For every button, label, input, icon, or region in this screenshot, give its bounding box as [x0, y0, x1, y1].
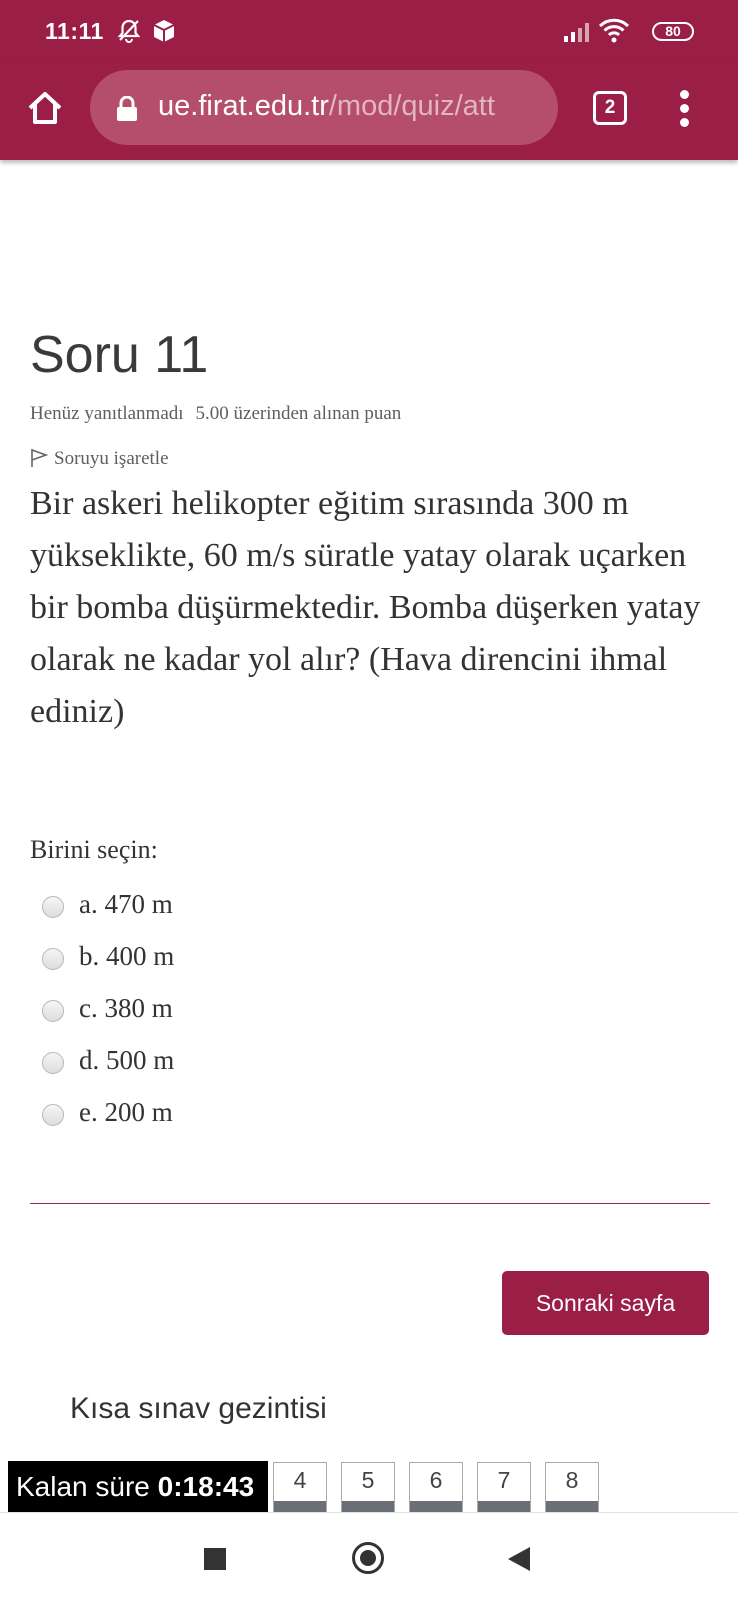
quiz-nav-button-8[interactable]: 8: [545, 1462, 599, 1514]
battery-indicator: 80: [652, 22, 694, 41]
quiz-nav-button-7[interactable]: 7: [477, 1462, 531, 1514]
timer-label: Kalan süre: [16, 1471, 150, 1502]
answer-option-c[interactable]: c. 380 m: [42, 982, 174, 1034]
answer-option-d[interactable]: d. 500 m: [42, 1034, 174, 1086]
option-label: c. 380 m: [79, 992, 173, 1023]
question-text: Bir askeri helikopter eğitim sırasında 3…: [30, 485, 701, 730]
url-text[interactable]: ue.firat.edu.tr/mod/quiz/att: [158, 90, 538, 123]
option-label: a. 470 m: [79, 888, 173, 919]
answer-option-b[interactable]: b. 400 m: [42, 930, 174, 982]
question-grade: 5.00 üzerinden alınan puan: [195, 403, 402, 424]
question-title: Soru 11: [30, 326, 209, 384]
recent-apps-icon[interactable]: [204, 1548, 226, 1570]
flag-icon: [31, 449, 49, 467]
address-bar[interactable]: ue.firat.edu.tr/mod/quiz/att: [90, 70, 558, 145]
bell-off-icon: [117, 19, 141, 43]
package-icon: [153, 20, 175, 42]
flag-label: Soruyu işaretle: [54, 448, 169, 469]
status-time: 11:11: [45, 18, 104, 44]
quiz-nav-button-4[interactable]: 4: [273, 1462, 327, 1514]
wifi-icon: [598, 18, 630, 43]
quiz-nav-button-6[interactable]: 6: [409, 1462, 463, 1514]
overflow-menu-icon[interactable]: [678, 90, 690, 132]
answer-options: a. 470 m b. 400 m c. 380 m d. 500 m e. 2…: [42, 878, 174, 1138]
quiz-navigation-title: Kısa sınav gezintisi: [70, 1392, 327, 1425]
tab-switcher-button[interactable]: 2: [593, 91, 627, 125]
back-icon[interactable]: [508, 1547, 530, 1571]
timer-value: 0:18:43: [157, 1471, 255, 1502]
question-state: Henüz yanıtlanmadı: [30, 403, 184, 424]
answer-option-e[interactable]: e. 200 m: [42, 1086, 174, 1138]
flag-question-link[interactable]: Soruyu işaretle: [30, 448, 169, 470]
radio-button[interactable]: [42, 948, 64, 970]
option-label: d. 500 m: [79, 1044, 175, 1075]
radio-button[interactable]: [42, 1104, 64, 1126]
status-bar: 11:11 80: [0, 0, 738, 62]
radio-button[interactable]: [42, 1000, 64, 1022]
question-info: Henüz yanıtlanmadı 5.00 üzerinden alınan …: [30, 403, 401, 425]
quiz-nav-button-5[interactable]: 5: [341, 1462, 395, 1514]
system-navigation-bar: [0, 1512, 738, 1601]
next-page-button[interactable]: Sonraki sayfa: [502, 1271, 709, 1335]
divider: [30, 1203, 710, 1204]
url-path: /mod/quiz/att: [328, 90, 495, 122]
browser-toolbar: ue.firat.edu.tr/mod/quiz/att 2: [0, 62, 738, 160]
time-remaining: Kalan süre 0:18:43: [8, 1461, 268, 1513]
signal-icon: [564, 23, 589, 42]
option-label: e. 200 m: [79, 1096, 173, 1127]
answer-prompt: Birini seçin:: [30, 835, 158, 864]
answer-option-a[interactable]: a. 470 m: [42, 878, 174, 930]
home-icon[interactable]: [26, 89, 64, 127]
radio-button[interactable]: [42, 896, 64, 918]
home-circle-icon[interactable]: [352, 1542, 384, 1574]
option-label: b. 400 m: [79, 940, 175, 971]
url-host: ue.firat.edu.tr: [158, 90, 329, 122]
lock-icon: [117, 96, 137, 121]
radio-button[interactable]: [42, 1052, 64, 1074]
